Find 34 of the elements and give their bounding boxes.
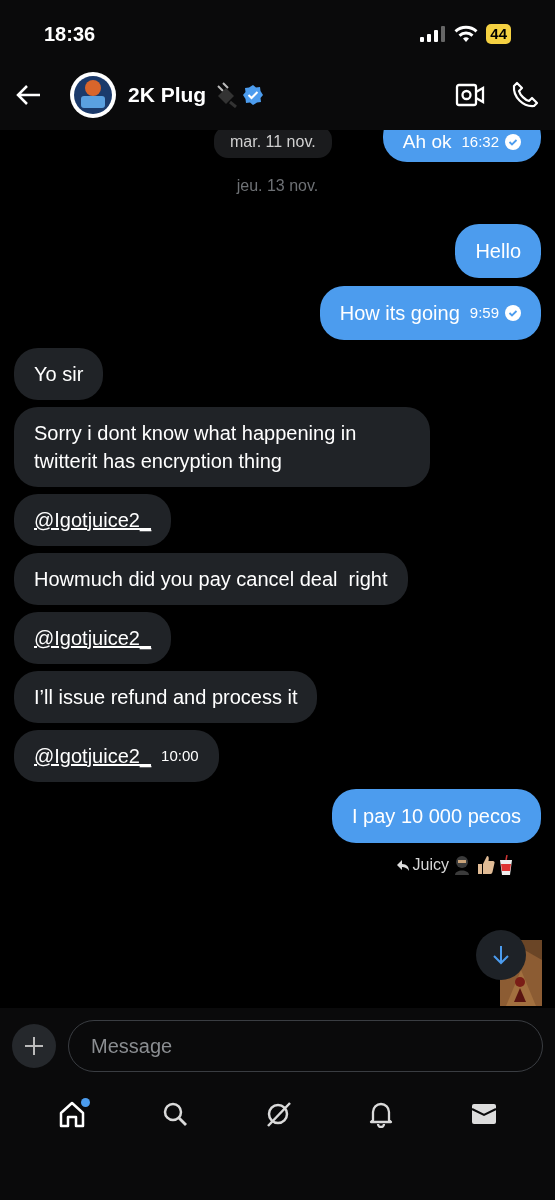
status-time: 18:36 (44, 22, 96, 47)
received-message: Yo sir (14, 348, 104, 400)
video-call-icon[interactable] (455, 82, 485, 108)
received-message: I’ll issue refund and process it (14, 671, 318, 723)
drink-icon (499, 855, 513, 875)
signal-icon (420, 26, 447, 42)
battery-level: 44 (486, 24, 511, 44)
scroll-down-button[interactable] (476, 930, 526, 980)
back-arrow-icon[interactable] (16, 84, 42, 106)
message-input[interactable]: Message (68, 1020, 543, 1072)
message-time: 10:00 (161, 746, 199, 766)
mention-link[interactable]: @Igotjuice2_ (34, 506, 152, 534)
phone-icon[interactable] (511, 81, 539, 109)
home-icon[interactable] (57, 1100, 86, 1128)
sent-message: How its going 9:59 (319, 286, 541, 340)
mention-link[interactable]: @Igotjuice2_ (34, 624, 152, 652)
reply-arrow-icon (396, 859, 409, 871)
plus-icon (24, 1036, 44, 1056)
mention-link[interactable]: @Igotjuice2_ (34, 742, 152, 770)
avatar[interactable] (70, 72, 116, 118)
sent-message: I pay 10 000 pecos (332, 789, 541, 843)
down-arrow-icon (492, 945, 510, 965)
received-message: Howmuch did you pay cancel deal right (14, 553, 408, 605)
sent-message: Hello (455, 224, 541, 278)
wifi-icon (454, 25, 479, 43)
add-button[interactable] (12, 1024, 56, 1068)
reply-author: Juicy (412, 855, 449, 875)
contact-name: 2K Plug (128, 82, 207, 109)
received-message: Sorry i dont know what happening in twitterit has encryption thing (14, 407, 430, 487)
ninja-icon (453, 855, 471, 875)
date-label: jeu. 13 nov. (236, 176, 319, 196)
message-time: 9:59 (469, 302, 499, 323)
thumbs-up-icon (475, 855, 495, 875)
message-time: 16:32 (461, 131, 499, 152)
